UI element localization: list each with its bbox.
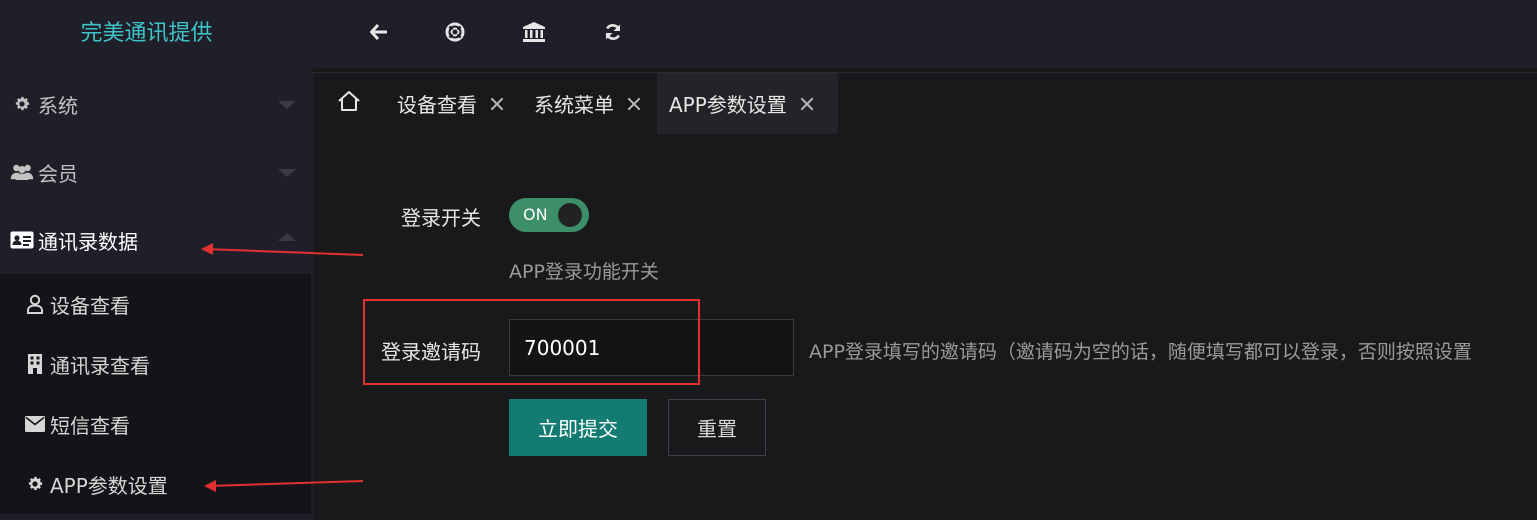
tab-label: 系统菜单 <box>534 93 614 117</box>
id-card-icon <box>10 230 34 250</box>
submenu-item-label: 短信查看 <box>50 413 130 438</box>
reset-button[interactable]: 重置 <box>668 399 766 456</box>
submenu-item-label: 设备查看 <box>50 293 130 318</box>
close-icon[interactable] <box>489 96 505 112</box>
lifebuoy-icon <box>445 22 465 46</box>
invite-code-label: 登录邀请码 <box>381 340 481 364</box>
login-switch-hint: APP登录功能开关 <box>509 261 659 283</box>
app-logo-title: 完美通讯提供 <box>80 21 213 46</box>
invite-code-hint: APP登录填写的邀请码（邀请码为空的话，随便填写都可以登录，否则按照设置 <box>809 341 1472 363</box>
tab-app-settings[interactable]: APP参数设置 <box>657 73 838 134</box>
switch-knob <box>558 203 582 227</box>
chevron-down-icon <box>278 101 296 109</box>
sidebar: 完美通讯提供 系统 会员 通讯录数据 设备查看 通讯录查看 短信查看 APP参数… <box>0 0 313 520</box>
sidebar-item-label: 系统 <box>38 93 78 118</box>
tab-device-view[interactable]: 设备查看 <box>387 73 515 134</box>
bank-icon <box>523 22 545 46</box>
arrow-left-icon <box>370 23 388 44</box>
sidebar-item-system[interactable]: 系统 <box>0 70 313 138</box>
top-toolbar <box>313 0 1537 68</box>
sidebar-item-members[interactable]: 会员 <box>0 138 313 206</box>
login-switch-label: 登录开关 <box>401 206 481 230</box>
submenu-item-app-settings[interactable]: APP参数设置 <box>0 454 311 514</box>
submenu-item-sms-view[interactable]: 短信查看 <box>0 394 311 454</box>
gear-icon <box>10 94 34 114</box>
app-root: 完美通讯提供 系统 会员 通讯录数据 设备查看 通讯录查看 短信查看 APP参数… <box>0 0 1537 520</box>
sidebar-item-label: 会员 <box>38 161 78 186</box>
invite-code-input[interactable] <box>509 319 794 376</box>
submenu-item-contacts-view[interactable]: 通讯录查看 <box>0 334 311 394</box>
tab-bar: 设备查看 系统菜单 APP参数设置 <box>313 72 1537 134</box>
refresh-button[interactable] <box>597 18 629 50</box>
switch-state-text: ON <box>523 205 548 224</box>
submit-button[interactable]: 立即提交 <box>509 399 647 456</box>
close-icon[interactable] <box>626 96 642 112</box>
sidebar-item-label: 通讯录数据 <box>38 229 138 254</box>
sidebar-submenu: 设备查看 通讯录查看 短信查看 APP参数设置 <box>0 274 311 514</box>
gear-icon <box>24 474 46 494</box>
login-switch-toggle[interactable]: ON <box>509 198 589 232</box>
help-button[interactable] <box>439 18 471 50</box>
user-icon <box>24 294 46 314</box>
refresh-icon <box>604 23 622 45</box>
submenu-item-device-view[interactable]: 设备查看 <box>0 274 311 334</box>
back-button[interactable] <box>363 18 395 50</box>
sidebar-item-contacts-data[interactable]: 通讯录数据 <box>0 206 313 274</box>
close-icon[interactable] <box>799 96 815 112</box>
chevron-down-icon <box>278 169 296 177</box>
tab-label: APP参数设置 <box>669 93 787 117</box>
home-icon <box>337 90 361 116</box>
submenu-item-label: 通讯录查看 <box>50 353 150 378</box>
tab-label: 设备查看 <box>397 93 477 117</box>
submenu-item-label: APP参数设置 <box>50 473 168 498</box>
envelope-icon <box>24 414 46 434</box>
chevron-up-icon <box>278 233 296 241</box>
building-icon <box>24 354 46 374</box>
tab-home[interactable] <box>333 87 365 119</box>
bank-button[interactable] <box>518 18 550 50</box>
tab-system-menu[interactable]: 系统菜单 <box>524 73 652 134</box>
users-icon <box>10 162 34 182</box>
